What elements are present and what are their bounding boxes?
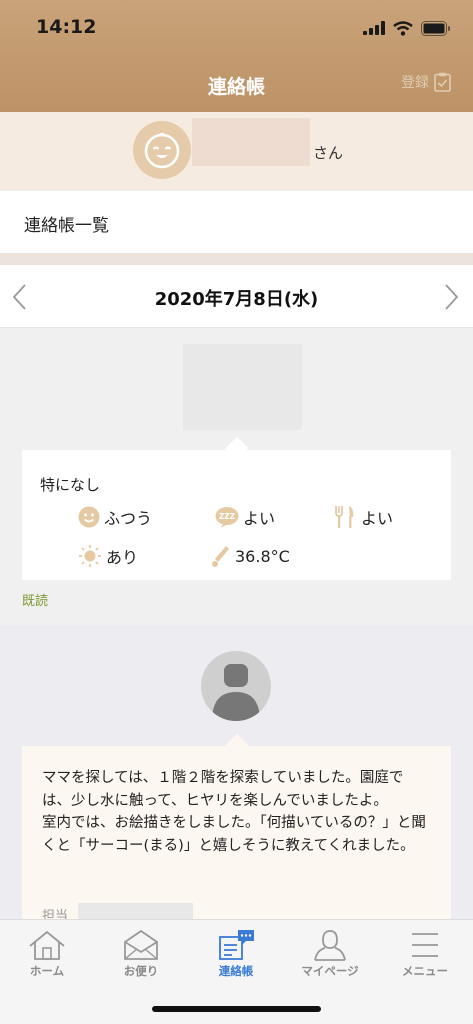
- mood-metric: ふつう: [78, 505, 152, 529]
- home-icon: [29, 930, 65, 960]
- bowel-value: あり: [106, 548, 139, 567]
- person-icon: [314, 930, 346, 961]
- tab-letters[interactable]: お便り: [94, 920, 188, 990]
- child-name-suffix: さん: [313, 144, 344, 162]
- tab-home[interactable]: ホーム: [0, 920, 94, 990]
- meal-metric: よい: [333, 505, 393, 529]
- home-indicator: [152, 1006, 321, 1012]
- next-date-chevron-icon[interactable]: [441, 283, 461, 311]
- tab-menu-label: メニュー: [402, 964, 448, 978]
- battery-icon: [421, 20, 450, 36]
- bowel-metric: あり: [78, 544, 138, 568]
- staff-avatar: [201, 651, 271, 721]
- svg-text:ZZZ: ZZZ: [219, 512, 236, 521]
- tab-mypage[interactable]: マイページ: [283, 920, 377, 990]
- parent-photo-redacted: [183, 344, 302, 430]
- read-status: 既読: [22, 594, 49, 609]
- smile-face-icon: [78, 506, 100, 528]
- mail-icon: [124, 929, 158, 960]
- tab-notebook[interactable]: 連絡帳: [189, 920, 283, 990]
- notebook-list-link[interactable]: 連絡帳一覧: [0, 191, 473, 253]
- staff-message: ママを探しては、１階２階を探索していました。園庭では、少し水に触って、ヒヤリを楽…: [42, 770, 426, 854]
- temperature-value: 36.8°C: [235, 546, 290, 566]
- meal-value: よい: [361, 509, 394, 528]
- status-bar: 14:12: [0, 0, 473, 54]
- tab-home-label: ホーム: [29, 964, 65, 978]
- child-avatar: [133, 121, 191, 179]
- notebook-chat-icon: [219, 930, 254, 960]
- sleep-value: よい: [243, 509, 276, 528]
- register-label: 登録: [401, 75, 429, 91]
- wifi-icon: [393, 20, 413, 36]
- app-header: 14:12 連絡帳 登録: [0, 0, 473, 112]
- temperature-metric: 36.8°C: [211, 544, 290, 568]
- signal-icon: [363, 21, 385, 35]
- register-button[interactable]: 登録: [401, 72, 451, 92]
- current-date: 2020年7月8日(水): [154, 289, 319, 310]
- tab-notebook-label: 連絡帳: [218, 964, 254, 978]
- tab-letters-label: お便り: [123, 964, 159, 978]
- child-name-redacted: [192, 118, 310, 166]
- sleep-zzz-icon: ZZZ: [215, 507, 239, 528]
- home-note: 特になし: [40, 476, 101, 494]
- fork-knife-icon: [335, 506, 354, 528]
- date-navigator: 2020年7月8日(水): [0, 265, 473, 328]
- status-icons: [363, 18, 451, 38]
- person-silhouette-icon: [212, 664, 260, 721]
- baby-face-icon: [144, 132, 180, 169]
- status-time: 14:12: [36, 16, 97, 38]
- notebook-list-label: 連絡帳一覧: [24, 216, 109, 236]
- tab-menu[interactable]: メニュー: [378, 920, 472, 990]
- tab-mypage-label: マイページ: [301, 964, 359, 978]
- thermometer-icon: [212, 546, 229, 567]
- mood-value: ふつう: [104, 509, 153, 528]
- sun-icon: [79, 545, 101, 567]
- hamburger-menu-icon: [412, 933, 438, 957]
- clipboard-check-icon: [434, 72, 451, 92]
- sleep-metric: ZZZ よい: [215, 505, 275, 529]
- section-divider: [0, 253, 473, 265]
